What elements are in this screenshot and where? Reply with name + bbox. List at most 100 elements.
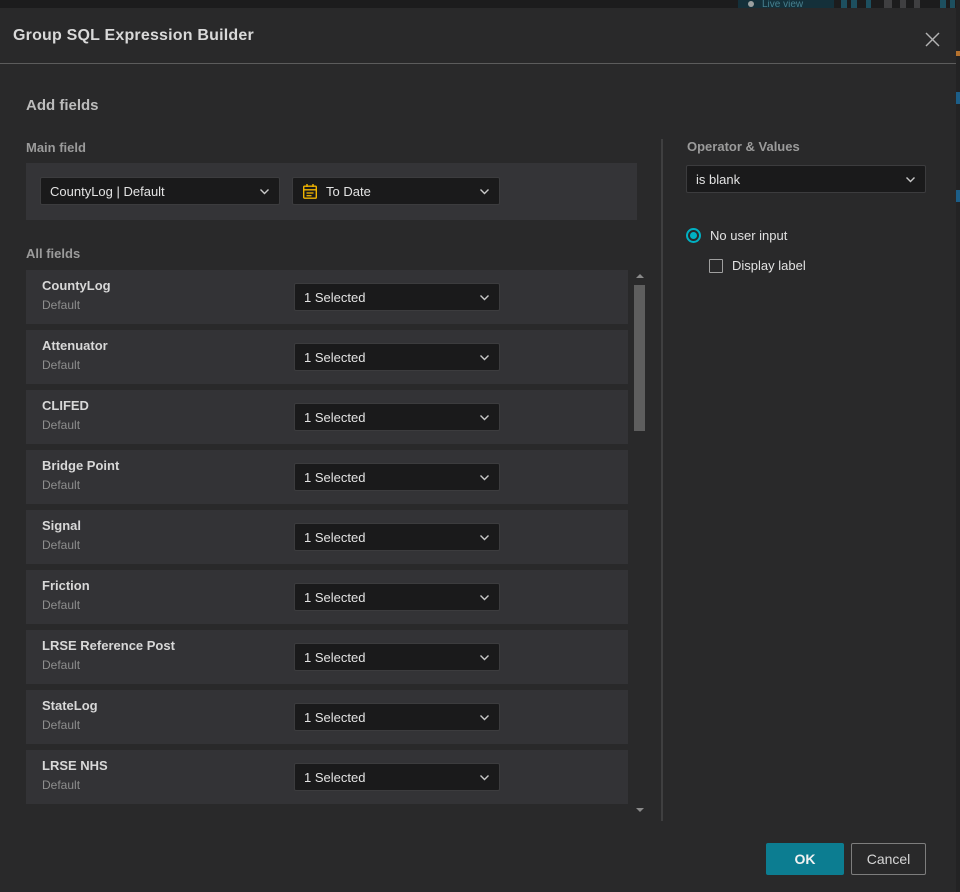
field-selected-dropdown-value: 1 Selected <box>304 469 366 485</box>
main-field-select[interactable]: CountyLog | Default <box>40 177 280 205</box>
field-type-select[interactable]: To Date <box>292 177 500 205</box>
field-selected-dropdown-value: 1 Selected <box>304 289 366 305</box>
radio-icon <box>686 228 701 243</box>
field-selected-dropdown-value: 1 Selected <box>304 649 366 665</box>
background-icon-fragment <box>884 0 892 8</box>
no-user-input-label: No user input <box>710 228 788 243</box>
background-fragment <box>956 51 960 56</box>
display-label-text: Display label <box>732 258 806 273</box>
chevron-down-icon <box>480 474 489 480</box>
field-selected-dropdown-value: 1 Selected <box>304 589 366 605</box>
field-name: Attenuator <box>42 338 108 353</box>
field-selected-dropdown[interactable]: 1 Selected <box>294 283 500 311</box>
field-subtitle: Default <box>42 298 81 312</box>
main-field-label: Main field <box>26 140 86 155</box>
field-selected-dropdown[interactable]: 1 Selected <box>294 643 500 671</box>
background-toolbar-strip: Live view <box>0 0 960 8</box>
panel-divider <box>661 139 663 821</box>
field-selected-dropdown-value: 1 Selected <box>304 529 366 545</box>
field-selected-dropdown[interactable]: 1 Selected <box>294 463 500 491</box>
field-row: Bridge Point Default 1 Selected <box>26 450 628 504</box>
chevron-down-icon <box>480 534 489 540</box>
no-user-input-radio[interactable]: No user input <box>686 228 787 243</box>
field-selected-dropdown-value: 1 Selected <box>304 769 366 785</box>
field-type-select-value: To Date <box>326 183 371 199</box>
chevron-down-icon <box>480 354 489 360</box>
field-subtitle: Default <box>42 538 81 552</box>
field-row: CountyLog Default 1 Selected <box>26 270 628 324</box>
dialog-title: Group SQL Expression Builder <box>13 27 254 44</box>
all-fields-label: All fields <box>26 246 81 261</box>
background-icon-fragment <box>866 0 871 8</box>
chevron-down-icon <box>480 294 489 300</box>
field-name: Bridge Point <box>42 458 120 473</box>
title-separator <box>0 63 960 64</box>
chevron-down-icon <box>480 188 489 194</box>
ok-button[interactable]: OK <box>766 843 844 875</box>
field-selected-dropdown-value: 1 Selected <box>304 709 366 725</box>
operator-select-value: is blank <box>696 171 741 187</box>
field-subtitle: Default <box>42 718 81 732</box>
background-icon-fragment <box>841 0 847 8</box>
scroll-down-icon[interactable] <box>636 808 644 812</box>
background-icon-fragment <box>914 0 920 8</box>
field-subtitle: Default <box>42 658 81 672</box>
chevron-down-icon <box>480 594 489 600</box>
field-selected-dropdown[interactable]: 1 Selected <box>294 523 500 551</box>
screen: Live view Group SQL Expression Builder A… <box>0 0 960 892</box>
field-subtitle: Default <box>42 778 81 792</box>
main-field-select-value: CountyLog | Default <box>50 183 165 199</box>
field-name: Friction <box>42 578 90 593</box>
calendar-icon <box>303 183 318 199</box>
background-icon-fragment <box>940 0 946 8</box>
cancel-button[interactable]: Cancel <box>851 843 926 875</box>
background-icon-fragment <box>950 0 955 8</box>
field-selected-dropdown[interactable]: 1 Selected <box>294 763 500 791</box>
group-sql-expression-builder-dialog: Group SQL Expression Builder Add fields … <box>0 8 960 892</box>
field-subtitle: Default <box>42 478 81 492</box>
field-row: Signal Default 1 Selected <box>26 510 628 564</box>
checkbox-icon <box>709 258 723 273</box>
field-name: Signal <box>42 518 82 533</box>
scrollbar-thumb[interactable] <box>634 285 645 431</box>
close-icon <box>925 32 939 46</box>
field-selected-dropdown-value: 1 Selected <box>304 349 366 365</box>
chevron-down-icon <box>480 774 489 780</box>
field-row: LRSE Reference Post Default 1 Selected <box>26 630 628 684</box>
field-row: StateLog Default 1 Selected <box>26 690 628 744</box>
chevron-down-icon <box>480 414 489 420</box>
scroll-up-icon[interactable] <box>636 274 644 278</box>
field-selected-dropdown[interactable]: 1 Selected <box>294 403 500 431</box>
operator-select[interactable]: is blank <box>686 165 926 193</box>
field-subtitle: Default <box>42 418 81 432</box>
add-fields-heading: Add fields <box>26 97 99 114</box>
list-scrollbar[interactable] <box>633 270 647 816</box>
background-fragment <box>956 92 960 104</box>
chevron-down-icon <box>480 714 489 720</box>
field-row: Friction Default 1 Selected <box>26 570 628 624</box>
main-field-container: CountyLog | Default To Date <box>26 163 637 220</box>
background-right-strip <box>956 0 960 892</box>
field-name: CLIFED <box>42 398 89 413</box>
chevron-down-icon <box>260 188 269 194</box>
field-row: LRSE NHS Default 1 Selected <box>26 750 628 804</box>
field-name: StateLog <box>42 698 98 713</box>
field-selected-dropdown-value: 1 Selected <box>304 409 366 425</box>
field-row: CLIFED Default 1 Selected <box>26 390 628 444</box>
toggle-knob <box>748 1 754 7</box>
background-icon-fragment <box>851 0 857 8</box>
field-row: Attenuator Default 1 Selected <box>26 330 628 384</box>
chevron-down-icon <box>480 654 489 660</box>
live-view-label: Live view <box>762 0 804 8</box>
display-label-checkbox[interactable]: Display label <box>709 258 806 273</box>
chevron-down-icon <box>906 176 915 182</box>
field-subtitle: Default <box>42 598 81 612</box>
field-name: LRSE NHS <box>42 758 108 773</box>
field-selected-dropdown[interactable]: 1 Selected <box>294 343 500 371</box>
field-selected-dropdown[interactable]: 1 Selected <box>294 703 500 731</box>
all-fields-list: CountyLog Default 1 Selected Attenuator … <box>26 270 628 810</box>
field-subtitle: Default <box>42 358 81 372</box>
field-selected-dropdown[interactable]: 1 Selected <box>294 583 500 611</box>
close-button[interactable] <box>920 28 944 50</box>
live-view-toggle[interactable]: Live view <box>738 0 834 8</box>
